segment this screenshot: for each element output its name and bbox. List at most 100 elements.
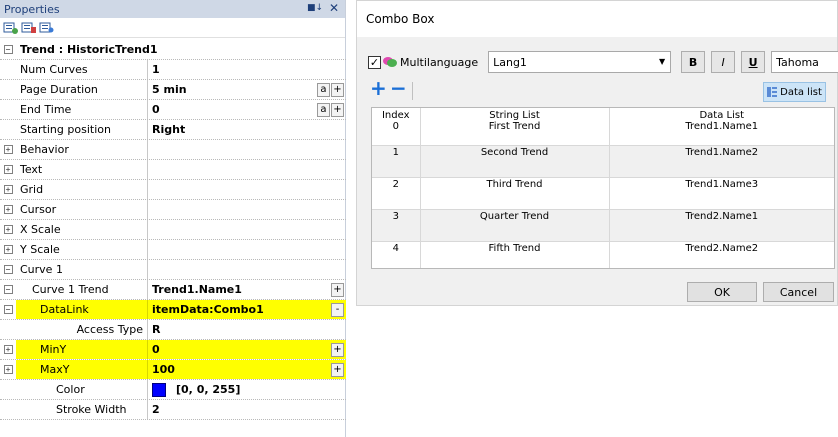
property-row-starting-position[interactable]: Starting position Right — [0, 120, 346, 140]
add-button[interactable]: + — [331, 363, 344, 377]
properties-title: Properties — [4, 2, 60, 16]
property-value[interactable]: Right — [148, 120, 346, 139]
categorized-icon[interactable] — [3, 21, 19, 35]
property-name: End Time — [16, 100, 148, 119]
collapse-icon[interactable]: − — [3, 45, 13, 54]
table-row[interactable]: 3 Quarter Trend Trend2.Name1 — [372, 209, 834, 242]
property-name: Y Scale — [16, 240, 148, 259]
expand-icon[interactable]: + — [3, 225, 13, 234]
expand-icon[interactable]: + — [3, 165, 13, 174]
property-name: Starting position — [16, 120, 148, 139]
toolbar-divider — [412, 82, 413, 100]
expand-icon[interactable]: + — [3, 345, 13, 354]
tag-a-button[interactable]: a — [317, 103, 330, 117]
cell-index[interactable]: 4 — [372, 241, 421, 268]
underline-button[interactable]: U — [741, 51, 766, 73]
property-row-num-curves[interactable]: Num Curves 1 — [0, 60, 346, 80]
multilanguage-icon — [383, 56, 397, 68]
property-value[interactable]: R — [148, 320, 346, 339]
italic-button[interactable]: I — [711, 51, 736, 73]
cell-data[interactable]: Trend2.Name1 — [609, 209, 834, 242]
table-header-row: Index String List Data List — [372, 108, 834, 121]
language-value: Lang1 — [493, 55, 527, 69]
expand-icon[interactable]: + — [3, 245, 13, 254]
property-name: Cursor — [16, 200, 148, 219]
expand-icon[interactable]: + — [3, 185, 13, 194]
property-group-cursor[interactable]: + Cursor — [0, 200, 346, 220]
property-name: Grid — [16, 180, 148, 199]
tag-a-button[interactable]: a — [317, 83, 330, 97]
table-row[interactable]: 2 Third Trend Trend1.Name3 — [372, 177, 834, 210]
properties-titlebar: Properties ■↓ ✕ — [0, 0, 345, 18]
font-select[interactable]: Tahoma ▼ — [771, 51, 838, 73]
pin-icon[interactable]: ■↓ — [307, 3, 323, 13]
property-row-curve-1-trend[interactable]: − Curve 1 Trend Trend1.Name1 + — [0, 280, 346, 300]
expand-icon[interactable]: + — [3, 205, 13, 214]
table-row[interactable]: 0 First Trend Trend1.Name1 — [372, 121, 834, 146]
add-button[interactable]: + — [331, 83, 344, 97]
remove-row-icon[interactable]: − — [390, 76, 407, 100]
add-button[interactable]: + — [331, 283, 344, 297]
cancel-button[interactable]: Cancel — [763, 282, 834, 302]
property-value: [0, 0, 255] — [176, 383, 241, 396]
property-group-y-scale[interactable]: + Y Scale — [0, 240, 346, 260]
cell-string[interactable]: Quarter Trend — [420, 209, 610, 242]
dialog-title: Combo Box — [357, 1, 837, 37]
property-value[interactable]: 2 — [148, 400, 346, 419]
expand-icon[interactable]: + — [3, 365, 13, 374]
add-button[interactable]: + — [331, 103, 344, 117]
properties-toolbar — [0, 18, 345, 38]
property-group-behavior[interactable]: + Behavior — [0, 140, 346, 160]
expand-icon[interactable]: + — [3, 145, 13, 154]
close-icon[interactable]: ✕ — [329, 1, 339, 15]
column-header: Index — [372, 108, 421, 121]
cell-index[interactable]: 3 — [372, 209, 421, 242]
remove-button[interactable]: - — [331, 303, 344, 317]
cell-index[interactable]: 1 — [372, 145, 421, 178]
table-row[interactable]: 4 Fifth Trend Trend2.Name2 — [372, 241, 834, 268]
property-row-end-time[interactable]: End Time 0 a + — [0, 100, 346, 120]
property-group-grid[interactable]: + Grid — [0, 180, 346, 200]
collapse-icon[interactable]: − — [3, 265, 13, 274]
add-button[interactable]: + — [331, 343, 344, 357]
color-swatch[interactable] — [152, 382, 166, 397]
ok-button[interactable]: OK — [687, 282, 757, 302]
table-row[interactable]: 1 Second Trend Trend1.Name2 — [372, 145, 834, 178]
collapse-icon[interactable]: − — [3, 305, 13, 314]
cell-string[interactable]: Second Trend — [420, 145, 610, 178]
property-row-miny[interactable]: + MinY 0 + — [0, 340, 346, 360]
data-list-button[interactable]: Data list — [763, 82, 826, 102]
multilanguage-checkbox[interactable]: ✓ — [368, 55, 381, 69]
property-value: itemData:Combo1 — [152, 303, 264, 316]
cell-data[interactable]: Trend1.Name2 — [609, 145, 834, 178]
collapse-icon[interactable]: − — [3, 285, 13, 294]
property-group-curve-1[interactable]: − Curve 1 — [0, 260, 346, 280]
property-value[interactable]: 1 — [148, 60, 346, 79]
property-name: DataLink — [16, 300, 148, 319]
cell-string[interactable]: Fifth Trend — [420, 241, 610, 268]
cell-data[interactable]: Trend2.Name2 — [609, 241, 834, 268]
cell-string[interactable]: Third Trend — [420, 177, 610, 210]
string-table: Index String List Data List 0 First Tren… — [371, 107, 835, 269]
properties-icon[interactable] — [39, 21, 55, 35]
cell-string[interactable]: First Trend — [420, 121, 610, 146]
property-group-text[interactable]: + Text — [0, 160, 346, 180]
property-row-color[interactable]: Color [0, 0, 255] — [0, 380, 346, 400]
language-select[interactable]: Lang1 ▼ — [488, 51, 672, 73]
property-row-access-type[interactable]: Access Type R — [0, 320, 346, 340]
alphabetical-icon[interactable] — [21, 21, 37, 35]
bold-button[interactable]: B — [681, 51, 706, 73]
cell-data[interactable]: Trend1.Name3 — [609, 177, 834, 210]
property-row-stroke-width[interactable]: Stroke Width 2 — [0, 400, 346, 420]
cell-index[interactable]: 2 — [372, 177, 421, 210]
combo-box-dialog: Combo Box ✓ Multilanguage Lang1 ▼ B I U … — [356, 0, 838, 306]
property-row-page-duration[interactable]: Page Duration 5 min a + — [0, 80, 346, 100]
property-row-datalink[interactable]: − DataLink itemData:Combo1 - — [0, 300, 346, 320]
property-row-maxy[interactable]: + MaxY 100 + — [0, 360, 346, 380]
property-name: Color — [16, 380, 148, 399]
cell-index[interactable]: 0 — [372, 121, 421, 146]
trend-header-row[interactable]: − Trend : HistoricTrend1 — [0, 40, 346, 60]
property-group-x-scale[interactable]: + X Scale — [0, 220, 346, 240]
add-row-icon[interactable]: + — [370, 76, 387, 100]
cell-data[interactable]: Trend1.Name1 — [609, 121, 834, 146]
